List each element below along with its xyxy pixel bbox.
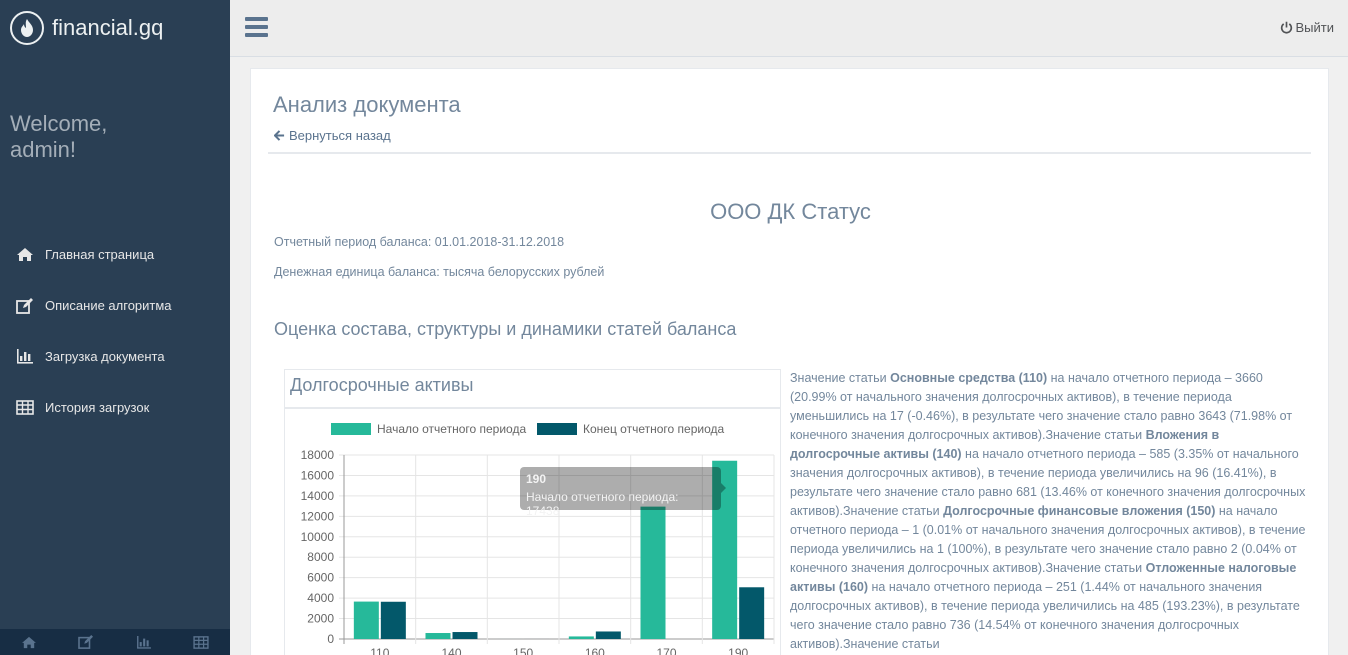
y-tick-label: 10000 — [301, 530, 335, 544]
welcome-text: Welcome, admin! — [10, 111, 108, 162]
y-tick-label: 6000 — [307, 571, 334, 585]
company-name: ООО ДК Статус — [710, 199, 871, 224]
sidebar-item-label: Загрузка документа — [45, 349, 165, 364]
table-icon — [15, 399, 35, 417]
bar-chart-icon[interactable] — [115, 629, 173, 655]
tooltip-body: Начало отчетного периода: 17438 — [526, 490, 679, 518]
analysis-segment: Значение статьи — [790, 371, 891, 385]
x-tick-label: 150 — [513, 646, 533, 655]
x-tick-label: 190 — [728, 646, 748, 655]
chart-title: Долгосрочные активы — [290, 375, 474, 395]
page-title: Анализ документа — [273, 92, 461, 117]
home-icon[interactable] — [0, 629, 58, 655]
sidebar-item-label: Главная страница — [45, 247, 155, 262]
brand-name: financial.gq — [52, 15, 164, 40]
sidebar-item-history[interactable]: История загрузок — [0, 382, 230, 433]
x-tick-label: 140 — [441, 646, 461, 655]
back-link-label: Вернуться назад — [289, 128, 391, 143]
bar-190-end — [739, 587, 765, 639]
y-tick-label: 4000 — [307, 591, 334, 605]
home-icon — [15, 246, 35, 264]
y-tick-label: 2000 — [307, 612, 334, 626]
menu-toggle-icon[interactable] — [245, 17, 268, 39]
bar-160-end — [595, 631, 621, 639]
tooltip-title: 190 — [526, 472, 547, 486]
chart-panel: Долгосрочные активы Начало отчетного пер… — [284, 369, 781, 655]
y-tick-label: 8000 — [307, 550, 334, 564]
analysis-item-name: Основные средства (110) — [890, 371, 1048, 385]
analysis-text: Значение статьи Основные средства (110) … — [790, 369, 1310, 654]
legend-swatch — [331, 423, 371, 435]
top-navbar: Выйти — [230, 0, 1348, 57]
bar-chart[interactable]: Начало отчетного периода Конец отчетного … — [285, 420, 780, 655]
bar-140-end — [452, 632, 478, 639]
x-tick-label: 160 — [585, 646, 605, 655]
edit-icon[interactable] — [58, 629, 116, 655]
report-period: Отчетный период баланса: 01.01.2018-31.1… — [274, 235, 565, 249]
sidebar-item-label: Описание алгоритма — [45, 298, 172, 313]
sidebar-item-home[interactable]: Главная страница — [0, 229, 230, 280]
sidebar-menu: Главная страница Описание алгоритма Загр… — [0, 229, 230, 433]
bar-110-end — [380, 601, 406, 639]
bar-140-start — [425, 633, 451, 639]
sidebar-item-upload[interactable]: Загрузка документа — [0, 331, 230, 382]
legend-swatch — [537, 423, 577, 435]
fire-logo-icon — [10, 11, 44, 45]
chart-divider — [285, 407, 780, 409]
x-tick-label: 110 — [370, 646, 389, 655]
y-tick-label: 18000 — [301, 448, 335, 462]
sidebar-item-algorithm[interactable]: Описание алгоритма — [0, 280, 230, 331]
sidebar-footer — [0, 629, 230, 655]
y-tick-label: 14000 — [301, 489, 335, 503]
logout-button[interactable]: Выйти — [1280, 20, 1335, 35]
bar-160-start — [568, 636, 594, 639]
divider — [268, 152, 1311, 154]
logout-label: Выйти — [1295, 20, 1335, 35]
chart-tooltip: 190 Начало отчетного периода: 17438 — [520, 467, 726, 518]
section-title: Оценка состава, структуры и динамики ста… — [274, 319, 737, 339]
currency-unit: Денежная единица баланса: тысяча белорус… — [274, 265, 605, 279]
content-panel: Анализ документа Вернуться назад ООО ДК … — [250, 68, 1329, 655]
legend-label: Конец отчетного периода — [583, 422, 724, 436]
analysis-item-name: Долгосрочные финансовые вложения (150) — [943, 504, 1216, 518]
y-tick-label: 0 — [327, 632, 334, 646]
edit-icon — [15, 297, 35, 315]
brand[interactable]: financial.gq — [10, 10, 163, 46]
legend-label: Начало отчетного периода — [377, 422, 526, 436]
sidebar-item-label: История загрузок — [45, 400, 150, 415]
sidebar: financial.gq Welcome, admin! Главная стр… — [0, 0, 230, 655]
back-link[interactable]: Вернуться назад — [274, 128, 391, 143]
y-tick-label: 12000 — [301, 509, 335, 523]
bar-chart-icon — [15, 348, 35, 366]
bar-110-start — [353, 601, 379, 639]
y-tick-label: 16000 — [301, 468, 335, 482]
table-icon[interactable] — [173, 629, 231, 655]
power-icon — [1280, 21, 1293, 34]
bar-170-start — [640, 506, 666, 639]
arrow-left-icon — [274, 130, 285, 141]
x-tick-label: 170 — [656, 646, 676, 655]
